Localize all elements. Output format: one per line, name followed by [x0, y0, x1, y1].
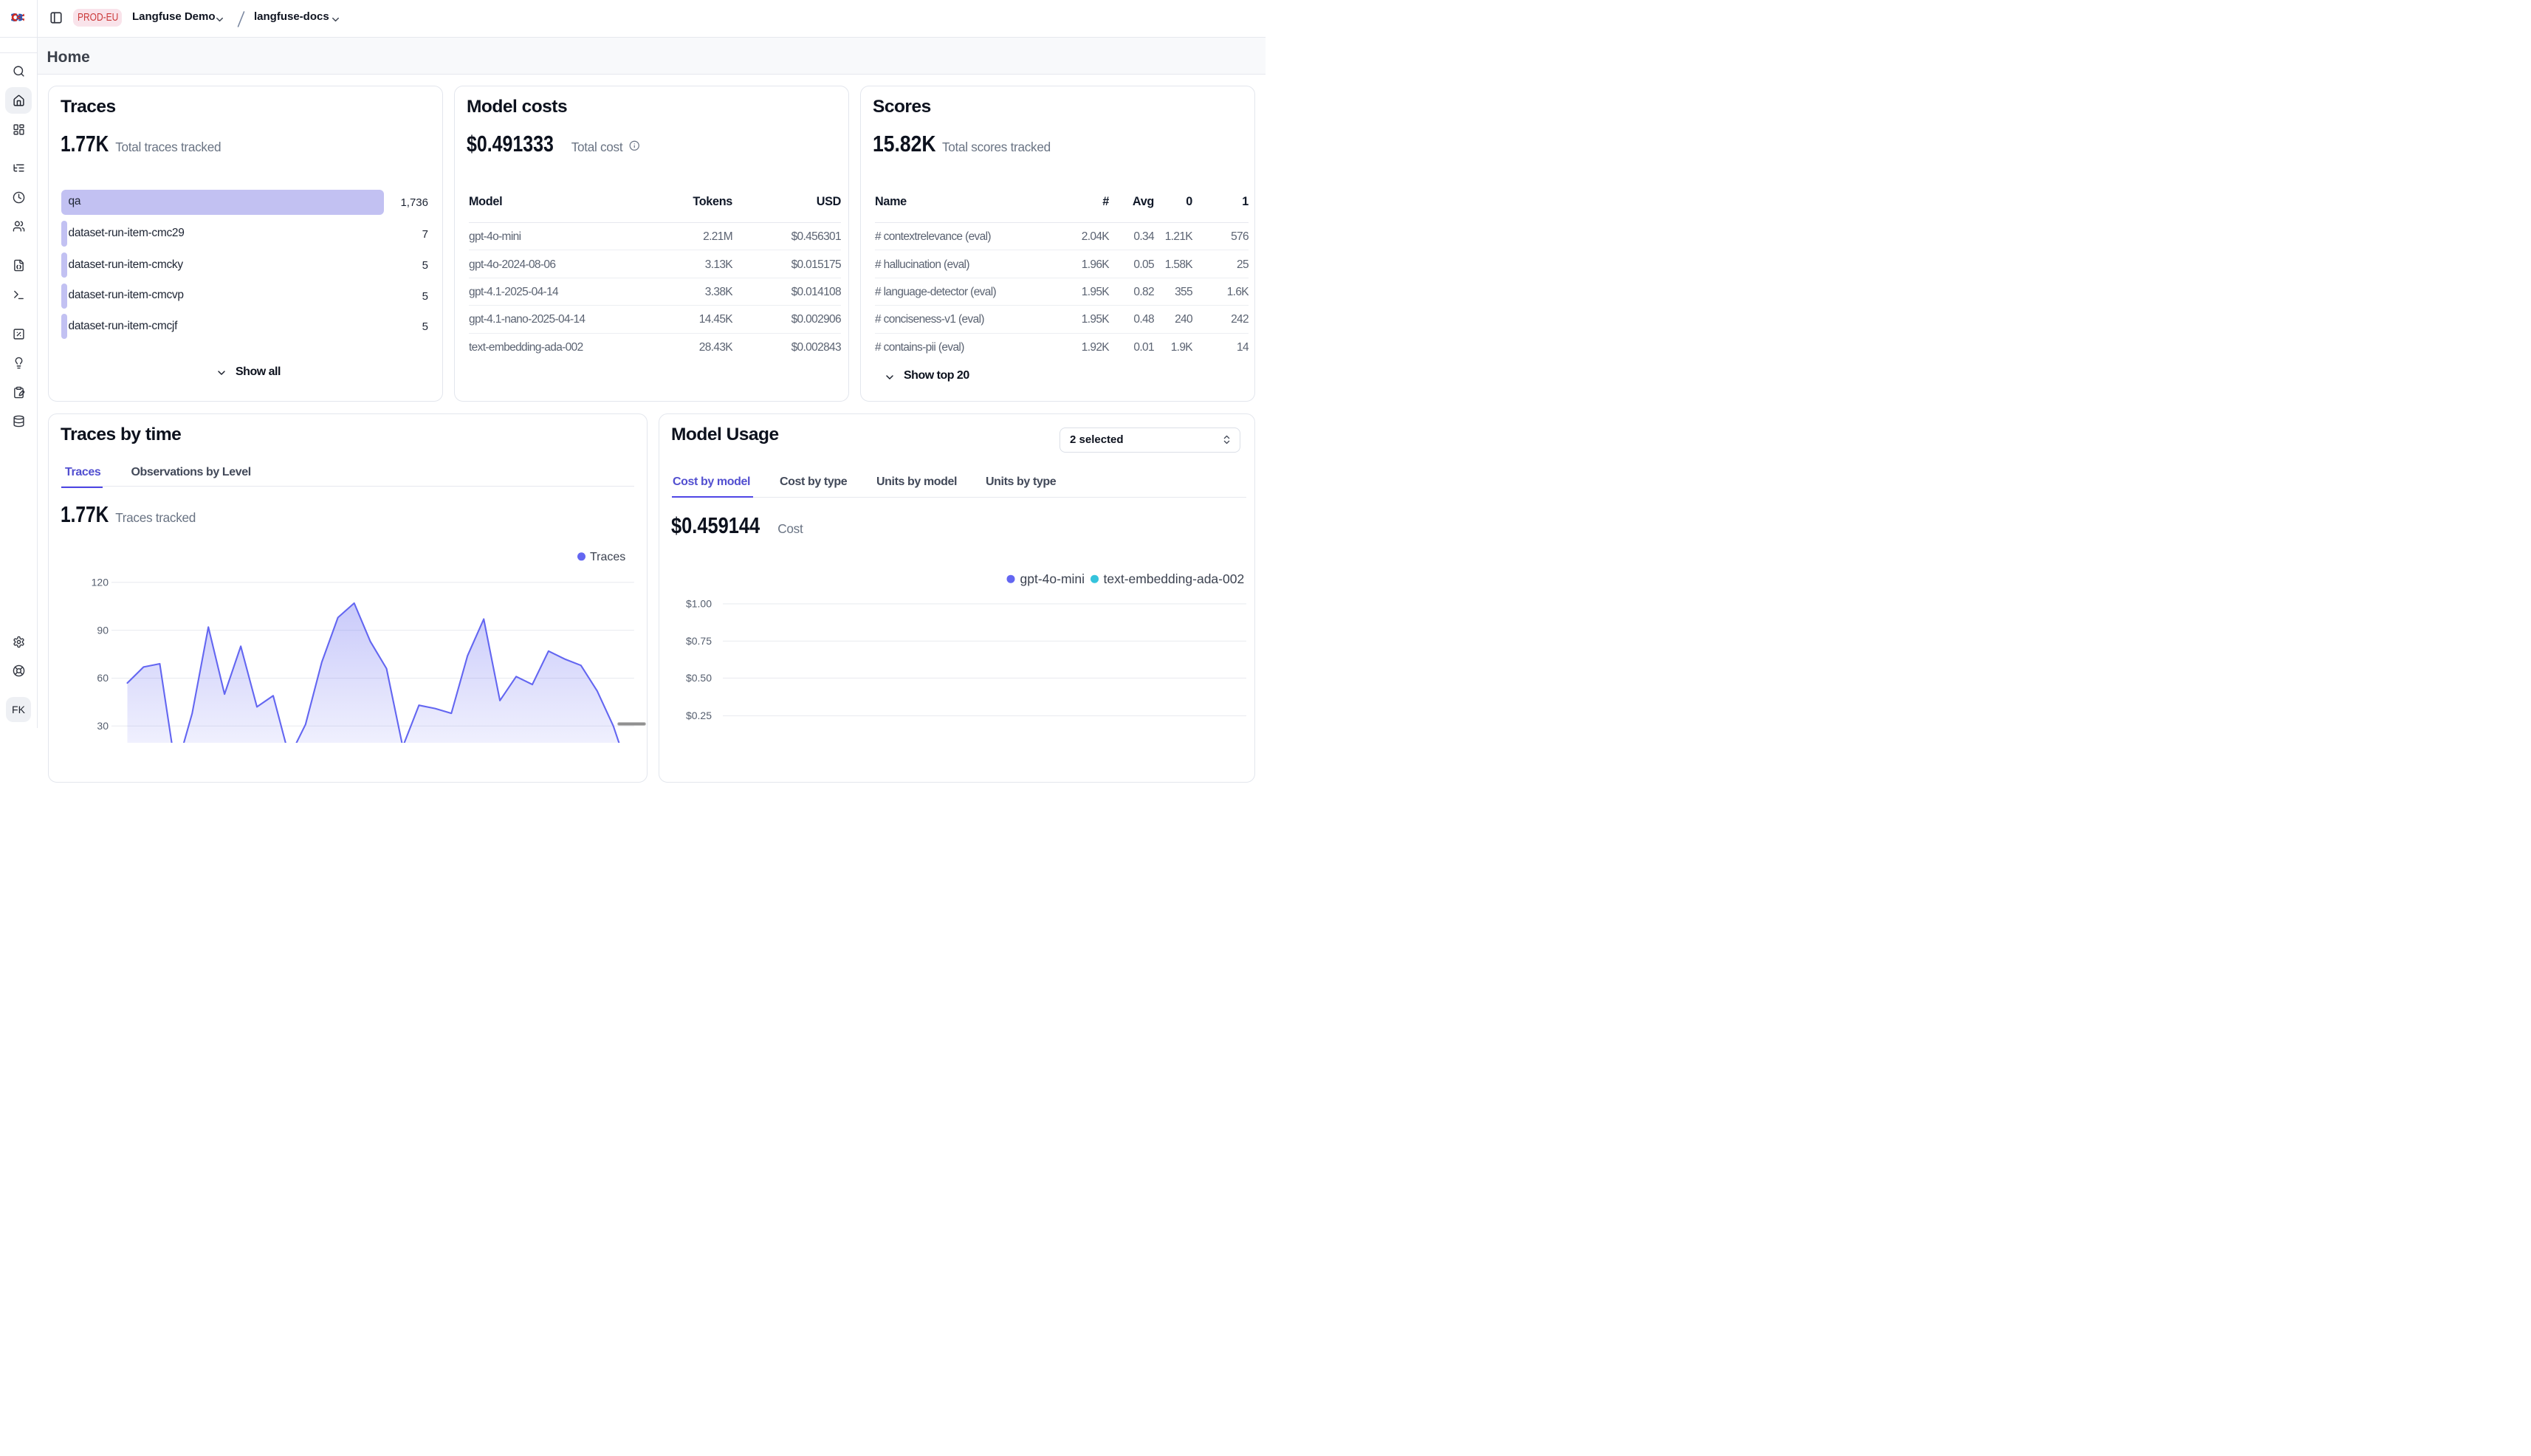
- svg-text:60: 60: [97, 672, 109, 684]
- svg-text:$0.75: $0.75: [686, 635, 712, 647]
- svg-text:30: 30: [97, 720, 109, 732]
- svg-text:$0.50: $0.50: [686, 672, 712, 684]
- svg-text:90: 90: [97, 624, 109, 636]
- svg-text:$1.00: $1.00: [686, 598, 712, 610]
- svg-text:Traces: Traces: [590, 551, 625, 563]
- svg-text:text-embedding-ada-002: text-embedding-ada-002: [1104, 571, 1245, 586]
- svg-text:$0.25: $0.25: [686, 710, 712, 721]
- svg-text:gpt-4o-mini: gpt-4o-mini: [1020, 571, 1085, 586]
- svg-text:120: 120: [92, 577, 109, 588]
